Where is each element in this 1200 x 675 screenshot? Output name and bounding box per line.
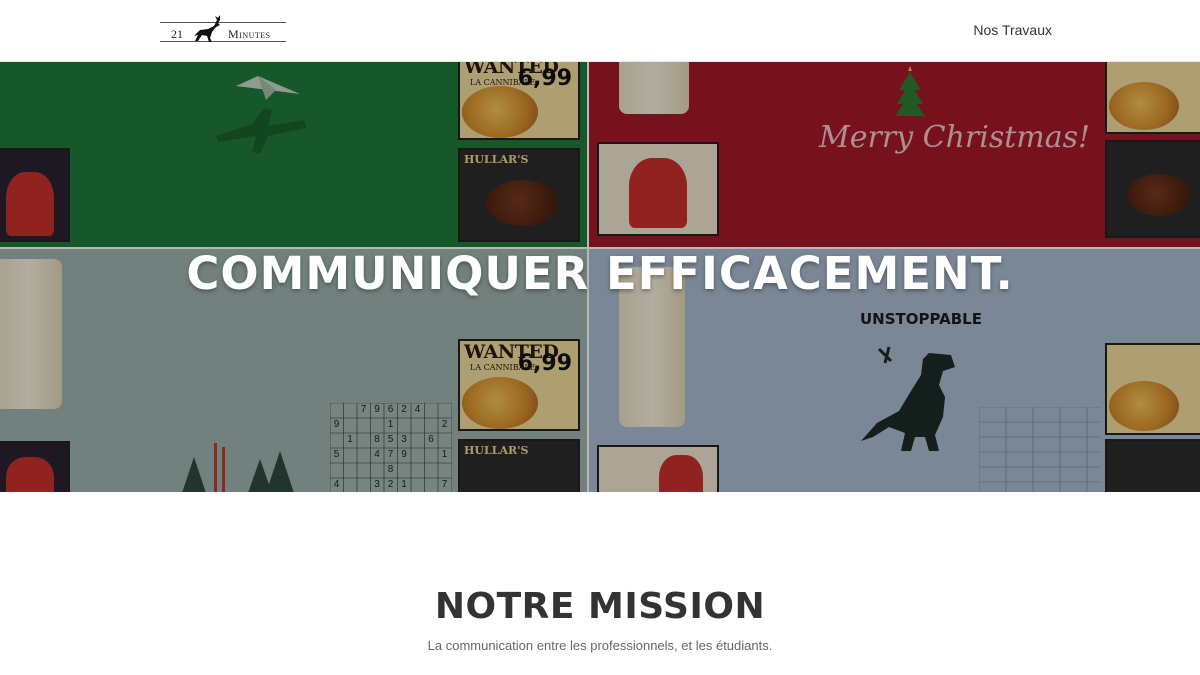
- plane-shadow-icon: [216, 108, 306, 154]
- merry-christmas-text: Merry Christmas!: [819, 120, 1091, 155]
- deer-icon: [194, 15, 220, 42]
- sudoku-cell: 4: [374, 449, 380, 460]
- hero-headline: COMMUNIQUER EFFICACEMENT.: [186, 247, 1014, 300]
- sudoku-cell: 6: [428, 434, 434, 445]
- nav-nos-travaux[interactable]: Nos Travaux: [973, 22, 1052, 38]
- scroll-decoration: [619, 62, 689, 114]
- sudoku-cell: 8: [387, 464, 394, 475]
- hero-tile-green: WANTED LA CANNIBALE 6,99 HULLAR'S: [0, 62, 587, 247]
- sudoku-cell: 4: [333, 479, 340, 490]
- pine-trees-icon: [182, 443, 294, 492]
- logo-number: 21: [171, 27, 183, 41]
- coca-cola-poster-lower: [597, 445, 719, 492]
- hero-banner: WANTED LA CANNIBALE 6,99 HULLAR'S Merry …: [0, 62, 1200, 492]
- hero-tile-red: Merry Christmas!: [589, 62, 1200, 247]
- sudoku-cell: 9: [374, 404, 380, 415]
- wanted-poster-right: [1105, 62, 1200, 134]
- mission-section: NOTRE MISSION La communication entre les…: [0, 492, 1200, 675]
- sudoku-cell: 8: [374, 434, 380, 445]
- sudoku-cell: 2: [441, 419, 448, 430]
- sudoku-cell: 7: [387, 449, 394, 460]
- sudoku-cell: 1: [441, 449, 448, 460]
- mission-subtitle: La communication entre les professionnel…: [427, 638, 773, 653]
- sudoku-cell: 1: [401, 479, 407, 490]
- wanted-poster-lower: WANTED LA CANNIBALE 6,99: [458, 339, 580, 431]
- santa-poster-lower: [0, 441, 70, 492]
- sudoku-grid: 796249121853654791843217: [330, 403, 452, 492]
- wanted-poster: WANTED LA CANNIBALE 6,99: [458, 62, 580, 140]
- sudoku-cell: 6: [387, 404, 394, 415]
- steakhouse-poster: HULLAR'S: [458, 148, 580, 242]
- sudoku-cell: 1: [347, 434, 353, 445]
- sudoku-cell: 4: [414, 404, 421, 415]
- unstoppable-text: UNSTOPPABLE: [860, 310, 982, 328]
- logo-21-minutes[interactable]: 21 Minutes: [160, 12, 286, 48]
- steakhouse-poster-lower: HULLAR'S: [458, 439, 580, 492]
- steakhouse-poster-right: [1105, 140, 1200, 238]
- steakhouse-poster-blue: [1105, 439, 1200, 492]
- sudoku-cell: 2: [387, 479, 394, 490]
- sudoku-cell: 1: [387, 419, 394, 430]
- coca-cola-santa-poster: [597, 142, 719, 236]
- santa-poster: [0, 148, 70, 242]
- sudoku-cell: 3: [401, 434, 407, 445]
- sudoku-cell: 7: [441, 479, 448, 490]
- sudoku-cell: 3: [374, 479, 380, 490]
- site-header: 21 Minutes Nos Travaux: [0, 0, 1200, 62]
- sudoku-cell: 5: [387, 434, 394, 445]
- sudoku-cell: 5: [333, 449, 340, 460]
- sudoku-grid-faded: [979, 407, 1101, 492]
- wanted-poster-blue: [1105, 343, 1200, 435]
- paper-plane-icon: [236, 76, 300, 100]
- sudoku-cell: 9: [401, 449, 407, 460]
- mission-title: NOTRE MISSION: [434, 586, 766, 627]
- sudoku-cell: 7: [360, 404, 367, 415]
- sudoku-cell: 9: [333, 419, 340, 430]
- christmas-tree-icon: [895, 66, 925, 116]
- t-rex-icon: [861, 346, 955, 451]
- sudoku-cell: 2: [401, 404, 407, 415]
- logo-word: Minutes: [228, 27, 271, 41]
